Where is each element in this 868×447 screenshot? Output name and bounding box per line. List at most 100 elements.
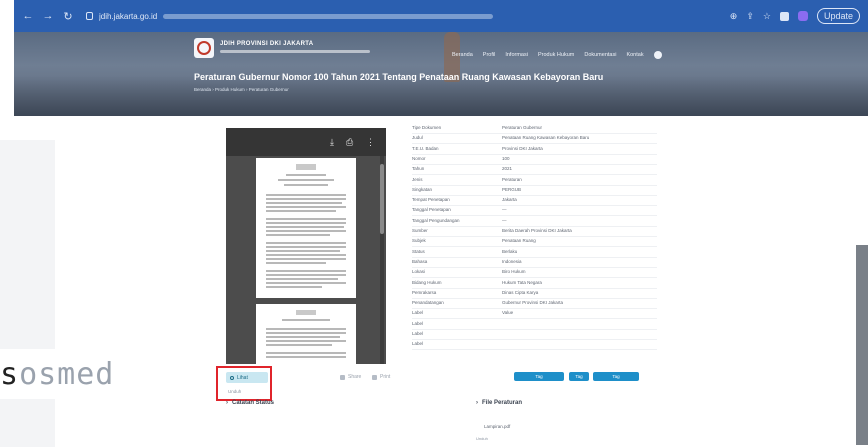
download-icon[interactable]: ⤓ <box>330 137 334 147</box>
highlight-box <box>216 366 272 401</box>
tag-badge[interactable]: Tag <box>569 372 589 381</box>
metadata-divider <box>412 277 657 278</box>
profile-extension-icon[interactable] <box>797 11 808 21</box>
metadata-row: T.E.U. Badan Provinsi DKI Jakarta <box>412 146 672 154</box>
metadata-divider <box>412 164 657 165</box>
metadata-label: Tahun <box>412 166 425 171</box>
reload-icon[interactable]: ↻ <box>62 10 74 23</box>
pdf-line <box>266 222 346 224</box>
pdf-line <box>266 352 346 354</box>
metadata-divider <box>412 185 657 186</box>
metadata-divider <box>412 267 657 268</box>
bookmark-star-icon[interactable]: ☆ <box>763 11 771 22</box>
metadata-label: Nomor <box>412 156 426 161</box>
metadata-row: Tahun 2021 <box>412 166 672 174</box>
metadata-divider <box>412 329 657 330</box>
metadata-row: Lokasi Biro Hukum <box>412 269 672 277</box>
pdf-line <box>266 356 346 358</box>
metadata-row: Tempat Penetapan Jakarta <box>412 197 672 205</box>
pdf-scroll-thumb[interactable] <box>380 164 384 234</box>
tag-badge[interactable]: Tag <box>514 372 564 381</box>
metadata-value: Penataan Ruang Kawasan Kebayoran Baru <box>502 135 590 140</box>
site-header-banner: JDIH PROVINSI DKI JAKARTA Beranda Profil… <box>14 32 868 116</box>
search-icon[interactable] <box>653 51 662 59</box>
metadata-divider <box>412 257 657 258</box>
metadata-row: Tanggal Pengundangan — <box>412 218 672 226</box>
attachment-download[interactable]: Unduh <box>476 436 488 441</box>
forward-icon[interactable]: → <box>42 10 54 22</box>
share-icon <box>340 374 345 380</box>
pdf-line <box>266 274 346 276</box>
sosmed-first-letter: s <box>0 356 20 392</box>
metadata-row: Bidang Hukum Hukum Tata Negara <box>412 280 672 288</box>
menu-item-produk-hukum[interactable]: Produk Hukum <box>538 52 574 58</box>
metadata-value: Provinsi DKI Jakarta <box>502 146 543 151</box>
pdf-viewer[interactable]: ⤓ ⎙ ⋮ <box>226 128 386 364</box>
zoom-icon[interactable]: ⊕ <box>730 11 738 22</box>
more-options-icon[interactable]: ⋮ <box>366 137 375 147</box>
share-action[interactable]: Share <box>340 374 361 380</box>
left-gray-panel <box>0 140 55 447</box>
metadata-divider <box>412 236 657 237</box>
menu-item-profil[interactable]: Profil <box>483 52 496 58</box>
browser-update-button[interactable]: Update <box>816 8 860 24</box>
share-icon[interactable]: ⇪ <box>746 11 754 22</box>
metadata-label: Pemrakarsa <box>412 290 437 295</box>
pdf-line <box>266 340 346 342</box>
pdf-line <box>266 332 346 334</box>
metadata-divider <box>412 226 657 227</box>
attachment-link[interactable]: Lampiran.pdf <box>484 424 510 429</box>
pdf-line <box>266 254 346 256</box>
metadata-divider <box>412 205 657 206</box>
section-regulation-file-title: File Peraturan <box>482 400 523 406</box>
metadata-divider <box>412 349 657 350</box>
metadata-label: Tanggal Penetapan <box>412 207 451 212</box>
metadata-row: Label Value <box>412 310 672 318</box>
metadata-value: Hukum Tata Negara <box>502 280 542 285</box>
metadata-value: Biro Hukum <box>502 269 526 274</box>
metadata-row: Label <box>412 321 672 329</box>
site-logo[interactable] <box>194 38 214 58</box>
menu-item-beranda[interactable]: Beranda <box>452 52 473 58</box>
metadata-divider <box>412 308 657 309</box>
print-icon <box>372 374 377 380</box>
pdf-line <box>266 336 340 338</box>
sosmed-text: sosmed <box>0 357 114 392</box>
pdf-line <box>286 174 326 176</box>
url-path <box>163 13 494 19</box>
extension-icon[interactable] <box>779 11 789 21</box>
tag-badge[interactable]: Tag <box>593 372 639 381</box>
metadata-divider <box>412 174 657 175</box>
metadata-divider <box>412 154 657 155</box>
section-status-note-title: Catatan Status <box>232 400 275 406</box>
back-icon[interactable]: ← <box>22 10 34 22</box>
metadata-divider <box>412 143 657 144</box>
pdf-toolbar <box>226 128 386 156</box>
print-icon[interactable]: ⎙ <box>346 137 353 147</box>
metadata-divider <box>412 246 657 247</box>
metadata-label: Judul <box>412 135 423 140</box>
menu-item-dokumentasi[interactable]: Dokumentasi <box>584 52 616 58</box>
metadata-label: Sumber <box>412 228 428 233</box>
metadata-label: Subjek <box>412 238 426 243</box>
metadata-label: Tempat Penetapan <box>412 197 450 202</box>
metadata-row: Label <box>412 331 672 339</box>
metadata-value: 2021 <box>502 166 513 171</box>
share-label: Share <box>348 374 362 380</box>
print-action[interactable]: Print <box>372 374 390 380</box>
pdf-line <box>284 184 328 186</box>
menu-item-informasi[interactable]: Informasi <box>505 52 528 58</box>
pdf-line <box>266 250 340 252</box>
pdf-line <box>266 230 346 232</box>
chevron-right-icon: › <box>476 400 478 406</box>
metadata-value: PERGUB <box>502 187 522 192</box>
main-menu: Beranda Profil Informasi Produk Hukum Do… <box>452 51 662 59</box>
download-link[interactable]: Unduh <box>228 389 241 394</box>
metadata-label: Label <box>412 321 424 326</box>
pdf-line <box>266 328 346 330</box>
pdf-line <box>266 258 346 260</box>
menu-item-kontak[interactable]: Kontak <box>626 52 643 58</box>
breadcrumb: Beranda › Produk Hukum › Peraturan Guber… <box>194 87 289 92</box>
metadata-row: Tanggal Penetapan — <box>412 207 672 215</box>
address-bar[interactable]: jdih.jakarta.go.id <box>82 7 722 25</box>
